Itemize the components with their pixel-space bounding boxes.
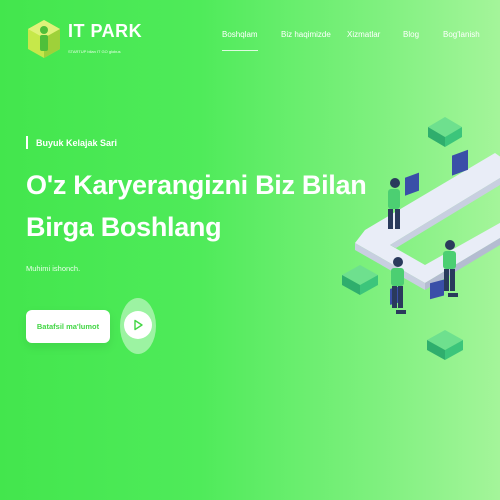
play-button[interactable] [124,311,152,339]
cube-top [428,117,462,147]
chairs [396,293,458,314]
nav-item-about[interactable]: Biz haqimizde [281,30,331,39]
details-button[interactable]: Batafsil ma'lumot [26,310,110,343]
main-nav: Boshqlam Biz haqimizde Xizmatlar Blog Bo… [0,30,500,51]
hero-headline-line2: Birga Boshlang [26,212,222,242]
office-teamwork-illustration [342,117,500,360]
play-icon [134,319,143,331]
nav-item-services[interactable]: Xizmatlar [347,30,380,39]
cube-bottom [427,330,463,360]
nav-item-contact[interactable]: Bog'lanish [443,30,480,39]
hero-subtitle: Muhimi ishonch. [26,264,81,273]
conference-desk [355,153,500,290]
kicker-accent-bar [26,136,28,149]
hero-kicker: Buyuk Kelajak Sari [36,138,118,148]
nav-item-blog[interactable]: Blog [403,30,419,39]
nav-item-home[interactable]: Boshqlam [222,30,258,51]
brand-tagline: STARTUP bilan IT GO globus [68,49,121,54]
hero-headline-line1: O'z Karyerangizni Biz Bilan [26,170,367,200]
cube-left [342,265,378,295]
header: IT PARK STARTUP bilan IT GO globus Boshq… [0,0,500,70]
